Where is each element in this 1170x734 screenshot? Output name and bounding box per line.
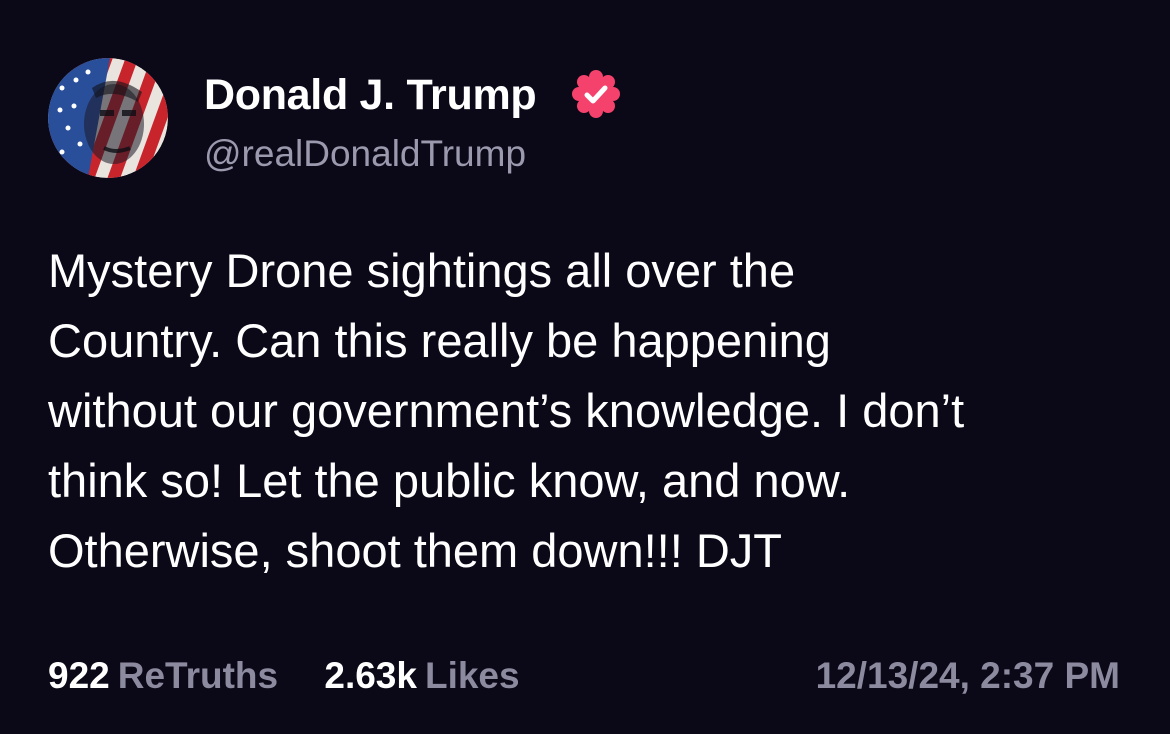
post-body-text: Mystery Drone sightings all over the Cou… bbox=[48, 244, 965, 577]
author-handle[interactable]: @realDonaldTrump bbox=[204, 130, 526, 178]
retruths-stat[interactable]: 922 ReTruths bbox=[48, 652, 278, 700]
profile-avatar[interactable] bbox=[48, 58, 168, 178]
likes-label: Likes bbox=[424, 655, 520, 696]
post-timestamp[interactable]: 12/13/24, 2:37 PM bbox=[816, 652, 1120, 700]
author-display-name[interactable]: Donald J. Trump bbox=[204, 69, 537, 121]
likes-stat[interactable]: 2.63k Likes bbox=[324, 652, 519, 700]
retruths-count: 922 bbox=[48, 655, 110, 696]
likes-count: 2.63k bbox=[324, 655, 417, 696]
retruths-label: ReTruths bbox=[117, 655, 279, 696]
truth-post: Donald J. Trump @realDonaldTrump Mystery… bbox=[0, 0, 1170, 734]
post-stats: 922 ReTruths 2.63k Likes bbox=[48, 652, 520, 700]
avatar-image bbox=[48, 58, 168, 178]
verified-badge-icon bbox=[572, 70, 620, 118]
